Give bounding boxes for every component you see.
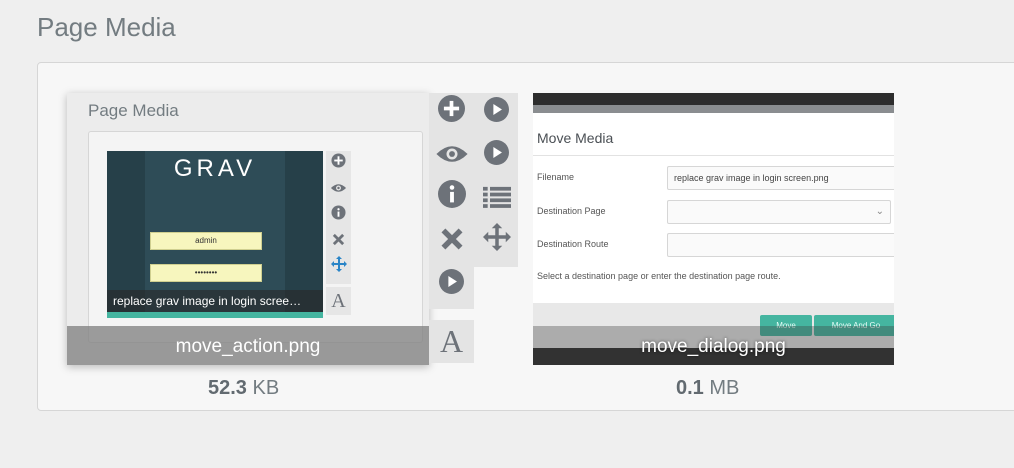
dialog-title: Move Media	[537, 130, 614, 146]
media-action-bar	[429, 93, 474, 309]
media-filename: move_dialog.png	[533, 326, 894, 365]
close-icon	[326, 229, 351, 255]
file-size-unit: KB	[252, 377, 280, 399]
move-icon	[326, 255, 351, 281]
list-icon	[482, 186, 511, 208]
preview-password-field: ••••••••	[150, 264, 262, 282]
media-action-bar-secondary	[474, 93, 518, 267]
filename-field: replace grav image in login screen.png	[667, 166, 894, 190]
eye-icon	[435, 146, 468, 162]
file-size: 0.1 MB	[676, 377, 739, 400]
plus-circle-icon	[326, 151, 351, 177]
delete-button[interactable]	[429, 222, 474, 265]
destination-route-field	[667, 233, 894, 257]
section-title: Page Media	[37, 12, 176, 42]
play-icon	[484, 140, 509, 165]
media-thumbnail-move-action[interactable]: Page Media GRAV admin •••••••• replace g…	[67, 93, 429, 365]
file-size-unit: MB	[709, 377, 740, 399]
file-size-value: 0.1	[676, 377, 704, 399]
destination-route-label: Destination Route	[537, 239, 609, 249]
preview-panel-title: Page Media	[88, 101, 179, 120]
preview-button[interactable]	[429, 136, 474, 179]
play-icon	[484, 97, 509, 122]
move-icon	[482, 223, 511, 251]
move-button[interactable]	[474, 222, 519, 265]
file-size-value: 52.3	[208, 377, 247, 399]
eye-icon	[326, 177, 351, 203]
dialog-help-text: Select a destination page or enter the d…	[537, 271, 781, 281]
info-button[interactable]	[429, 179, 474, 222]
play-button[interactable]	[429, 265, 474, 308]
play-button[interactable]	[474, 93, 519, 136]
text-icon: A	[326, 287, 351, 315]
preview-action-bar	[326, 151, 351, 284]
add-to-content-button[interactable]	[429, 93, 474, 136]
filename-label: Filename	[537, 172, 575, 182]
preview-login-screenshot: GRAV admin •••••••• replace grav image i…	[107, 151, 323, 318]
info-icon	[326, 203, 351, 229]
preview-username-field: admin	[150, 232, 262, 250]
list-button[interactable]	[474, 179, 519, 222]
play-button[interactable]	[474, 136, 519, 179]
chevron-down-icon: ⌄	[875, 206, 884, 217]
close-icon	[440, 228, 463, 250]
play-icon	[439, 269, 464, 294]
plus-circle-icon	[438, 95, 465, 122]
grav-logo: GRAV	[173, 155, 257, 182]
preview-accent-bar	[107, 312, 323, 318]
destination-page-select: ⌄	[667, 200, 891, 224]
destination-page-label: Destination Page	[537, 206, 606, 216]
text-icon[interactable]: A	[429, 320, 474, 363]
media-thumbnail-move-dialog[interactable]: Move Media Filename replace grav image i…	[533, 93, 894, 365]
media-filename: move_action.png	[67, 326, 429, 365]
file-size: 52.3 KB	[208, 377, 279, 400]
preview-image-caption: replace grav image in login scree…	[107, 290, 323, 312]
info-icon	[437, 180, 466, 208]
